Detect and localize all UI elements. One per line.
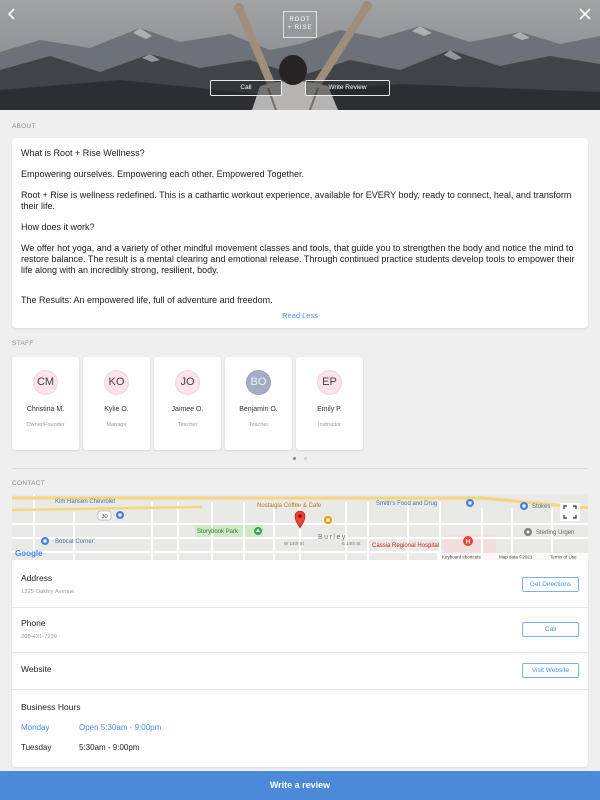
read-less-link[interactable]: Read Less	[12, 310, 588, 321]
hours-day: Monday	[21, 723, 50, 732]
contact-card: Address 1325 Oakley Avenue Get Direction…	[12, 560, 588, 767]
place-label-kim-hansen: Kim Hansen Chevrolet	[55, 499, 115, 505]
about-paragraph: Empowering ourselves. Empowering each ot…	[21, 169, 304, 179]
shopping-marker-icon[interactable]	[116, 511, 124, 519]
map-data-attribution: Map data ©2021	[499, 554, 533, 560]
street-label: W 14th St	[284, 541, 305, 546]
pagination-dot[interactable]	[304, 457, 307, 460]
town-label: Burley	[318, 534, 347, 541]
staff-name: Emily P.	[317, 406, 342, 413]
hero-banner: ROOT + RISE Call Write Review	[0, 0, 600, 110]
keyboard-shortcuts-link[interactable]: Keyboard shortcuts	[442, 555, 482, 560]
staff-role: Instructor	[318, 422, 341, 428]
staff-avatar: CM	[33, 370, 58, 395]
staff-name: Benjamin O.	[239, 406, 278, 413]
close-icon[interactable]	[578, 7, 592, 21]
staff-section-label: STAFF	[12, 340, 34, 347]
phone-value: 208-431-7239	[21, 634, 58, 640]
shopping-marker-icon[interactable]	[520, 502, 528, 510]
get-directions-button[interactable]: Get Directions	[522, 577, 579, 592]
google-logo: Google	[15, 549, 43, 558]
cafe-marker-icon[interactable]	[324, 516, 332, 524]
street-label: E 14th St	[342, 541, 361, 546]
staff-role: Owner/Founder	[26, 422, 65, 428]
staff-avatar: BO	[246, 370, 271, 395]
park-marker-icon[interactable]	[254, 527, 262, 535]
place-label-smiths: Smith's Food and Drug	[376, 501, 437, 507]
staff-card[interactable]: EP Emily P. Instructor	[296, 357, 363, 450]
route-number: 30	[101, 514, 107, 520]
staff-card[interactable]: BO Benjamin O. Teacher	[225, 357, 292, 450]
staff-role: Manage	[106, 422, 127, 428]
about-paragraph: The Results: An empowered life, full of …	[21, 295, 273, 305]
staff-avatar: KO	[104, 370, 129, 395]
about-card: What is Root + Rise Wellness? Empowering…	[12, 138, 588, 328]
row-divider	[12, 652, 588, 653]
place-label-cassia-hospital: Cassia Regional Hospital	[372, 543, 439, 549]
address-value: 1325 Oakley Avenue	[21, 589, 75, 595]
hours-time: Open 5:30am - 9:00pm	[79, 723, 162, 732]
hospital-marker-icon[interactable]: H	[463, 536, 473, 546]
address-label: Address	[21, 573, 53, 583]
staff-name: Kylie O.	[104, 406, 129, 413]
section-divider	[12, 468, 588, 469]
shopping-marker-icon[interactable]	[41, 537, 49, 545]
location-map[interactable]: 30 Kim Hansen Chevrolet Bobcat Corner St…	[12, 494, 588, 560]
staff-role: Teacher	[248, 422, 269, 428]
place-label-bobcat-corner: Bobcat Corner	[55, 539, 94, 545]
contact-section-label: CONTACT	[12, 480, 46, 487]
phone-label: Phone	[21, 618, 46, 628]
about-heading: How does it work?	[21, 222, 95, 232]
business-hours-title: Business Hours	[21, 702, 81, 712]
visit-website-button[interactable]: Visit Website	[522, 663, 579, 678]
place-label-stokes: Stokes	[532, 504, 550, 510]
staff-avatar: EP	[317, 370, 342, 395]
place-marker-icon[interactable]	[524, 528, 532, 536]
route-30-shield: 30	[97, 510, 112, 521]
fullscreen-button[interactable]	[560, 503, 580, 521]
website-label: Website	[21, 664, 52, 674]
place-label-sterling: Sterling Urgen	[536, 530, 574, 536]
business-logo: ROOT + RISE	[283, 11, 317, 38]
about-paragraph: We offer hot yoga, and a variety of othe…	[21, 243, 575, 275]
about-section-label: ABOUT	[12, 123, 36, 130]
about-heading: What is Root + Rise Wellness?	[21, 148, 145, 158]
hours-day: Tuesday	[21, 743, 52, 752]
staff-card[interactable]: JO Jaimee O. Teacher	[154, 357, 221, 450]
about-paragraph: Root + Rise is wellness redefined. This …	[21, 190, 572, 211]
terms-of-use-link[interactable]: Terms of Use	[550, 555, 577, 560]
place-label-nostalgia-cafe: Nostalgia Coffee & Cafe	[257, 503, 322, 509]
hours-time: 5:30am - 9:00pm	[79, 743, 140, 752]
shopping-marker-icon[interactable]	[466, 499, 474, 507]
staff-card[interactable]: CM Christina M. Owner/Founder	[12, 357, 79, 450]
pagination-dot-active[interactable]	[293, 457, 296, 460]
logo-text-top: ROOT	[289, 17, 311, 23]
call-button[interactable]: Call	[210, 80, 282, 96]
svg-text:H: H	[466, 538, 471, 545]
row-divider	[12, 607, 588, 608]
write-a-review-button[interactable]: Write a review	[0, 771, 600, 800]
write-review-button[interactable]: Write Review	[305, 80, 390, 96]
staff-name: Jaimee O.	[171, 406, 204, 413]
staff-card[interactable]: KO Kylie O. Manage	[83, 357, 150, 450]
staff-avatar: JO	[175, 370, 200, 395]
place-label-storybook-park: Storybook Park	[197, 529, 239, 535]
staff-name: Christina M.	[26, 406, 65, 413]
staff-role: Teacher	[177, 422, 198, 428]
row-divider	[12, 689, 588, 690]
logo-text-bottom: + RISE	[287, 25, 313, 31]
chevron-left-icon[interactable]	[5, 7, 19, 21]
about-description: What is Root + Rise Wellness? Empowering…	[12, 138, 588, 306]
call-phone-button[interactable]: Call	[522, 622, 579, 637]
